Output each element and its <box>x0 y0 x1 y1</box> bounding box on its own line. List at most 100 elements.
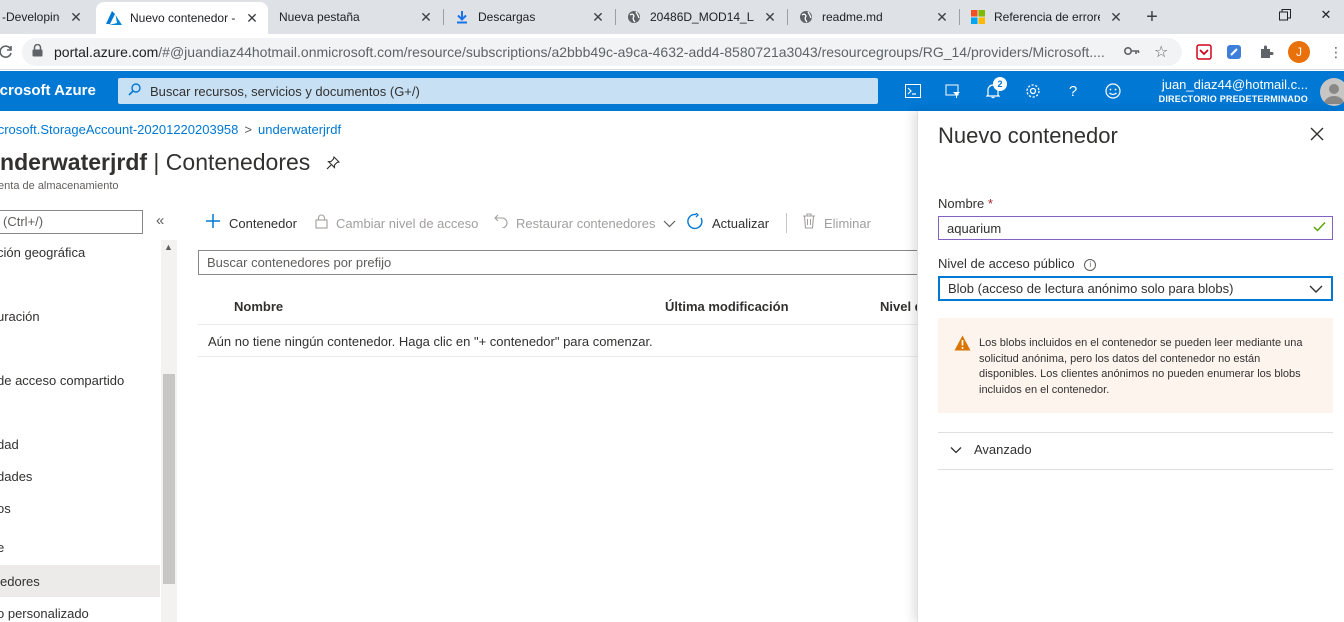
page-title-resource: underwaterjrdf <box>0 149 148 175</box>
sidebar-item-locks[interactable]: os <box>0 501 11 516</box>
tab-title: Nueva pestaña <box>279 10 360 24</box>
advanced-section-toggle[interactable]: Avanzado <box>950 442 1032 457</box>
plus-icon <box>205 213 221 233</box>
settings-gear-icon[interactable] <box>1022 80 1044 102</box>
close-icon[interactable]: ✕ <box>244 10 260 26</box>
new-tab-icon[interactable]: + <box>1142 7 1162 27</box>
sidebar-item-custom-domain[interactable]: o personalizado <box>0 606 89 621</box>
menu-search-input[interactable]: (Ctrl+/) <box>0 210 143 234</box>
microsoft-logo-icon <box>970 9 986 25</box>
breadcrumb-link-resource[interactable]: underwaterjrdf <box>258 122 341 137</box>
sidebar-item-geo-replication[interactable]: ción geográfica <box>0 245 85 260</box>
profile-avatar[interactable]: J <box>1288 41 1310 63</box>
pin-icon[interactable] <box>326 155 341 173</box>
advanced-label: Avanzado <box>974 442 1032 457</box>
restore-containers-label: Restaurar contenedores <box>516 215 656 231</box>
address-bar[interactable]: portal.azure.com/#@juandiaz44hotmail.onm… <box>22 38 1182 66</box>
tab-title: readme.md <box>822 10 883 24</box>
section-divider <box>938 432 1333 433</box>
browser-tab[interactable]: -Developing ✕ <box>0 0 92 34</box>
scroll-up-arrow-icon[interactable]: ▲ <box>164 242 173 252</box>
account-avatar[interactable] <box>1320 78 1344 106</box>
close-icon[interactable]: ✕ <box>934 9 950 25</box>
chevron-down-icon <box>1309 285 1323 293</box>
container-name-input[interactable]: aquarium <box>938 216 1333 240</box>
delete-button[interactable]: Eliminar <box>802 212 871 234</box>
breadcrumb-separator: > <box>244 122 252 137</box>
panel-title: Nuevo contenedor <box>938 123 1118 148</box>
help-icon[interactable]: ? <box>1062 80 1084 102</box>
name-label-text: Nombre <box>938 196 985 211</box>
page-title-separator: | <box>147 149 166 175</box>
cloud-shell-icon[interactable] <box>902 80 924 102</box>
extensions-puzzle-icon[interactable] <box>1256 42 1276 62</box>
browser-tab[interactable]: Referencia de errores ✕ <box>960 0 1132 34</box>
account-email: juan_diaz44@hotmail.c... <box>1161 77 1308 92</box>
browser-tab-active[interactable]: Nuevo contenedor - ✕ <box>96 2 268 34</box>
refresh-button[interactable]: Actualizar <box>687 212 769 234</box>
column-header-last-modified[interactable]: Última modificación <box>665 299 789 314</box>
container-name-value: aquarium <box>947 221 1002 236</box>
tab-title: Descargas <box>478 10 536 24</box>
menu-scrollbar-thumb[interactable] <box>163 374 175 584</box>
global-search-input[interactable]: Buscar recursos, servicios y documentos … <box>118 78 878 104</box>
feedback-smiley-icon[interactable] <box>1102 80 1124 102</box>
browser-tab[interactable]: Nueva pestaña ✕ <box>270 0 442 34</box>
close-icon[interactable]: ✕ <box>590 9 606 25</box>
sidebar-item-containers[interactable]: edores <box>0 565 160 597</box>
add-container-button[interactable]: Contenedor <box>205 212 297 234</box>
table-divider <box>198 324 938 325</box>
restore-containers-button[interactable]: Restaurar contenedores <box>494 212 676 234</box>
access-level-label-text: Nivel de acceso público <box>938 256 1075 271</box>
extension-pocket-icon[interactable] <box>1194 42 1214 62</box>
extension-blue-icon[interactable] <box>1224 42 1244 62</box>
sidebar-item-properties[interactable]: dades <box>0 469 32 484</box>
warning-icon <box>954 335 971 351</box>
sidebar-item-configuration[interactable]: uración <box>0 309 40 324</box>
close-icon[interactable]: ✕ <box>762 9 778 25</box>
download-icon <box>454 9 470 25</box>
column-header-name[interactable]: Nombre <box>234 299 283 314</box>
info-icon[interactable]: i <box>1084 258 1097 271</box>
add-container-label: Contenedor <box>229 215 297 231</box>
name-field-label: Nombre * <box>938 196 993 211</box>
collapse-menu-icon[interactable]: « <box>156 212 164 229</box>
close-icon[interactable] <box>1307 125 1327 145</box>
chevron-down-icon <box>663 216 676 231</box>
access-level-selected: Blob (acceso de lectura anónimo solo par… <box>948 281 1234 296</box>
key-icon[interactable] <box>1123 43 1144 61</box>
restore-window-icon[interactable] <box>1262 0 1308 30</box>
url-text: portal.azure.com/#@juandiaz44hotmail.onm… <box>54 44 1124 60</box>
change-access-level-button[interactable]: Cambiar nivel de acceso <box>315 212 478 234</box>
globe-icon <box>626 9 642 25</box>
close-icon[interactable]: ✕ <box>68 9 84 25</box>
directory-filter-icon[interactable] <box>942 80 964 102</box>
close-icon[interactable]: ✕ <box>418 9 434 25</box>
azure-logo-icon <box>106 10 122 26</box>
refresh-icon <box>687 212 704 234</box>
close-window-icon[interactable]: ✕ <box>1308 0 1344 30</box>
warning-message-box: Los blobs incluidos en el contenedor se … <box>938 318 1333 413</box>
reload-icon[interactable] <box>0 42 16 62</box>
new-container-panel: Nuevo contenedor Nombre * aquarium Nivel… <box>917 111 1344 622</box>
bookmark-star-icon[interactable]: ☆ <box>1154 42 1174 62</box>
browser-tab[interactable]: 20486D_MOD14_LAB ✕ <box>616 0 786 34</box>
browser-tab[interactable]: Descargas ✕ <box>444 0 614 34</box>
sidebar-item-shared-access-signature[interactable]: de acceso compartido <box>0 373 124 388</box>
sidebar-item-security[interactable]: dad <box>0 437 19 452</box>
container-prefix-search-input[interactable]: Buscar contenedores por prefijo <box>198 250 938 275</box>
azure-brand[interactable]: Microsoft Azure <box>0 82 96 99</box>
warning-text: Los blobs incluidos en el contenedor se … <box>979 337 1303 396</box>
notification-count-badge: 2 <box>993 77 1007 91</box>
delete-label: Eliminar <box>824 215 871 231</box>
close-icon[interactable]: ✕ <box>1108 9 1124 25</box>
access-level-dropdown[interactable]: Blob (acceso de lectura anónimo solo par… <box>938 276 1333 301</box>
tab-title: Referencia de errores <box>994 10 1100 24</box>
browser-tab[interactable]: readme.md ✕ <box>788 0 958 34</box>
more-menu-icon[interactable]: ⋮ <box>1326 42 1344 62</box>
breadcrumb-link-storage-account[interactable]: Microsoft.StorageAccount-20201220203958 <box>0 122 238 137</box>
azure-top-bar: Microsoft Azure Buscar recursos, servici… <box>0 71 1344 111</box>
tab-title: Nuevo contenedor - <box>130 11 236 25</box>
account-menu[interactable]: juan_diaz44@hotmail.c... DIRECTORIO PRED… <box>1159 77 1308 104</box>
sidebar-item-template[interactable]: e <box>0 540 4 555</box>
